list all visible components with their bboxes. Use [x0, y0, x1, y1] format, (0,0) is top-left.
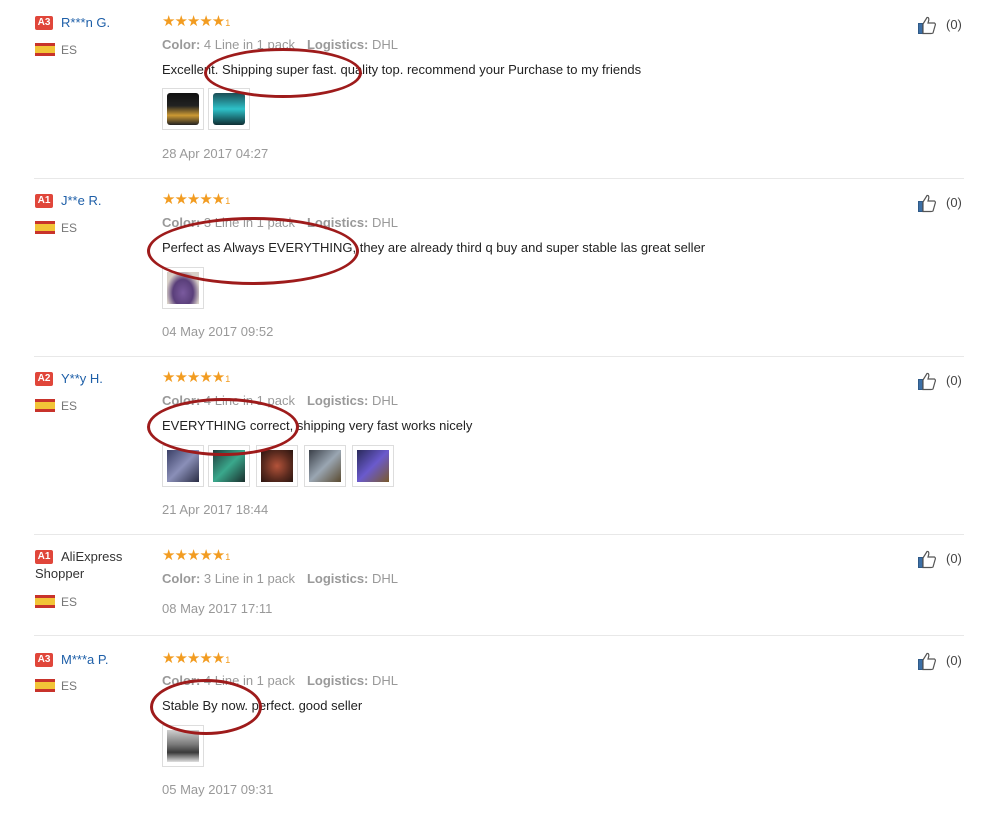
star-count: 1: [225, 655, 231, 665]
spain-flag-icon: [35, 43, 55, 56]
buyer-level-badge: A2: [35, 372, 53, 386]
review-attributes: Color: 4 Line in 1 pack Logistics: DHL: [162, 393, 398, 409]
review-photo-thumbnail[interactable]: [208, 445, 250, 487]
color-label: Color:: [162, 393, 201, 408]
color-label: Color:: [162, 571, 201, 586]
color-label: Color:: [162, 215, 201, 230]
thumbs-up-icon[interactable]: [917, 549, 937, 569]
star-rating: ★★★★★1: [162, 548, 230, 565]
color-value: 4 Line in 1 pack: [203, 393, 295, 408]
review-date: 21 Apr 2017 18:44: [162, 502, 269, 517]
like-count: (0): [946, 373, 962, 388]
reviewer-country: ES: [61, 221, 78, 235]
color-value: 4 Line in 1 pack: [203, 673, 295, 688]
review-item: A1 J**e R. ES ★★★★★1 Color: 3 Line in 1 …: [0, 178, 1000, 356]
reviewer-country: ES: [61, 399, 78, 413]
like-count: (0): [946, 551, 962, 566]
review-text: Excellent. Shipping super fast. quality …: [162, 62, 642, 77]
reviewer-name: J**e R.: [61, 193, 102, 208]
stars-icon: ★★★★★: [162, 547, 225, 564]
star-rating: ★★★★★1: [162, 14, 230, 31]
like-count: (0): [946, 653, 962, 668]
review-photo-thumbnail[interactable]: [208, 88, 250, 130]
stars-icon: ★★★★★: [162, 369, 225, 386]
logistics-label: Logistics:: [306, 393, 369, 408]
logistics-value: DHL: [372, 37, 399, 52]
color-label: Color:: [162, 673, 201, 688]
thumbs-up-icon[interactable]: [917, 651, 937, 671]
logistics-label: Logistics:: [306, 673, 369, 688]
review-item: A3 R***n G. ES ★★★★★1 Color: 4 Line in 1…: [0, 0, 1000, 178]
reviewer-country: ES: [61, 595, 78, 609]
review-date: 04 May 2017 09:52: [162, 324, 274, 339]
logistics-value: DHL: [372, 571, 399, 586]
logistics-value: DHL: [372, 215, 399, 230]
star-count: 1: [225, 18, 231, 28]
review-photo-thumbnail[interactable]: [352, 445, 394, 487]
spain-flag-icon: [35, 221, 55, 234]
star-count: 1: [225, 374, 231, 384]
stars-icon: ★★★★★: [162, 650, 225, 667]
logistics-label: Logistics:: [306, 37, 369, 52]
review-photo-thumbnail[interactable]: [162, 267, 204, 309]
thumbs-up-icon[interactable]: [917, 15, 937, 35]
stars-icon: ★★★★★: [162, 13, 225, 30]
reviewer-name: Y**y H.: [61, 371, 103, 386]
star-rating: ★★★★★1: [162, 370, 230, 387]
review-photo-thumbnail[interactable]: [162, 88, 204, 130]
spain-flag-icon: [35, 679, 55, 692]
reviewer-country: ES: [61, 679, 78, 693]
review-date: 08 May 2017 17:11: [162, 601, 273, 616]
review-attributes: Color: 3 Line in 1 pack Logistics: DHL: [162, 215, 398, 231]
like-count: (0): [946, 195, 962, 210]
review-item: A3 M***a P. ES ★★★★★1 Color: 4 Line in 1…: [0, 635, 1000, 813]
logistics-value: DHL: [372, 393, 399, 408]
spain-flag-icon: [35, 399, 55, 412]
thumbs-up-icon[interactable]: [917, 371, 937, 391]
review-text: Stable By now. perfect. good seller: [162, 698, 363, 713]
star-rating: ★★★★★1: [162, 651, 230, 668]
color-value: 3 Line in 1 pack: [203, 215, 295, 230]
review-photo-thumbnail[interactable]: [256, 445, 298, 487]
review-attributes: Color: 3 Line in 1 pack Logistics: DHL: [162, 571, 398, 587]
review-attributes: Color: 4 Line in 1 pack Logistics: DHL: [162, 673, 398, 689]
reviewer-name: M***a P.: [61, 652, 109, 667]
thumbs-up-icon[interactable]: [917, 193, 937, 213]
spain-flag-icon: [35, 595, 55, 608]
reviewer-name: AliExpress Shopper: [35, 549, 123, 581]
buyer-level-badge: A3: [35, 16, 53, 30]
review-item: A1 AliExpress Shopper ES ★★★★★1 Color: 3…: [0, 534, 1000, 635]
color-value: 4 Line in 1 pack: [203, 37, 295, 52]
logistics-label: Logistics:: [306, 215, 369, 230]
star-count: 1: [225, 196, 231, 206]
review-photo-thumbnail[interactable]: [304, 445, 346, 487]
logistics-value: DHL: [372, 673, 399, 688]
review-item: A2 Y**y H. ES ★★★★★1 Color: 4 Line in 1 …: [0, 356, 1000, 534]
star-count: 1: [225, 552, 231, 562]
review-date: 05 May 2017 09:31: [162, 782, 274, 797]
buyer-level-badge: A3: [35, 653, 53, 667]
like-count: (0): [946, 17, 962, 32]
review-text: EVERYTHING correct, shipping very fast w…: [162, 418, 473, 433]
color-value: 3 Line in 1 pack: [203, 571, 295, 586]
stars-icon: ★★★★★: [162, 191, 225, 208]
review-photo-thumbnail[interactable]: [162, 725, 204, 767]
reviewer-country: ES: [61, 43, 78, 57]
review-attributes: Color: 4 Line in 1 pack Logistics: DHL: [162, 37, 398, 53]
reviewer-name: R***n G.: [61, 15, 111, 30]
star-rating: ★★★★★1: [162, 192, 230, 209]
buyer-level-badge: A1: [35, 194, 53, 208]
color-label: Color:: [162, 37, 201, 52]
review-photo-thumbnail[interactable]: [162, 445, 204, 487]
logistics-label: Logistics:: [306, 571, 369, 586]
review-date: 28 Apr 2017 04:27: [162, 146, 269, 161]
review-text: Perfect as Always EVERYTHING, they are a…: [162, 240, 706, 255]
